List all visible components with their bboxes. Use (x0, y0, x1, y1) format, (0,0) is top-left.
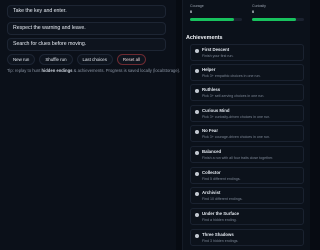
tip-text: Tip: replay to hunt hidden endings & ach… (7, 68, 181, 73)
reset-all-button[interactable]: Reset all (116, 54, 147, 65)
achievement-item: Collector Find 5 different endings. (190, 167, 304, 184)
choice-button[interactable]: Search for clues before moving. (7, 38, 166, 51)
achievement-name: Curious Mind (202, 108, 230, 113)
stat-curiosity: Curiosity 0 (252, 4, 308, 21)
achievement-name: Helper (202, 67, 216, 72)
achievement-item: Ruthless Pick 3+ self-serving choices in… (190, 84, 304, 101)
achievement-status-icon (195, 69, 199, 73)
stat-bar (190, 18, 242, 21)
achievement-item: Helper Pick 3+ empathic choices in one r… (190, 64, 304, 81)
achievement-status-icon (195, 172, 199, 176)
stat-label: Curiosity (252, 4, 266, 8)
achievement-status-icon (195, 130, 199, 134)
achievement-name: Ruthless (202, 87, 221, 92)
controls-row: New run Shuffle run Last choices Reset a… (7, 54, 147, 65)
shuffle-run-button[interactable]: Shuffle run (39, 54, 73, 65)
stat-bar (252, 18, 304, 21)
achievement-name: Collector (202, 170, 221, 175)
last-choices-button[interactable]: Last choices (76, 54, 113, 65)
stat-bar-fill (190, 18, 235, 21)
achievement-status-icon (195, 192, 199, 196)
progress-sidebar: Courage 0 Curiosity 0 Achievements First… (182, 0, 310, 250)
achievement-item: Three Shadows Find 3 hidden endings. (190, 229, 304, 246)
stat-value: 0 (190, 10, 193, 14)
achievement-name: First Descent (202, 47, 230, 52)
achievement-desc: Pick 3+ courage-driven choices in one ru… (202, 135, 271, 139)
choice-button[interactable]: Respect the warning and leave. (7, 22, 166, 35)
achievement-desc: Pick 3+ self-serving choices in one run. (202, 94, 265, 98)
achievement-desc: Find 3 hidden endings. (202, 239, 239, 243)
achievement-desc: Find a hidden ending. (202, 218, 237, 222)
tip-emphasis: hidden endings (41, 68, 73, 73)
achievement-status-icon (195, 234, 199, 238)
choice-button[interactable]: Take the key and enter. (7, 5, 166, 18)
achievement-name: Balanced (202, 149, 222, 154)
stat-bar-fill (252, 18, 297, 21)
story-panel: Take the key and enter. Respect the warn… (0, 0, 181, 250)
achievement-name: Three Shadows (202, 232, 234, 237)
achievement-status-icon (195, 89, 199, 93)
achievement-desc: Find 10 different endings. (202, 197, 243, 201)
achievement-status-icon (195, 151, 199, 155)
achievement-item: Under the Surface Find a hidden ending. (190, 208, 304, 225)
achievement-status-icon (195, 213, 199, 217)
achievement-item: Curious Mind Pick 3+ curiosity-driven ch… (190, 105, 304, 122)
stat-label: Courage (190, 4, 204, 8)
achievement-item: No Fear Pick 3+ courage-driven choices i… (190, 125, 304, 142)
stat-courage: Courage 0 (190, 4, 246, 21)
achievements-heading: Achievements (186, 35, 223, 41)
achievement-name: No Fear (202, 128, 218, 133)
achievement-status-icon (195, 49, 199, 53)
achievement-desc: Finish your first run. (202, 54, 234, 58)
achievement-desc: Finish a run with all four traits close … (202, 156, 274, 160)
achievement-item: Archivist Find 10 different endings. (190, 187, 304, 204)
achievement-name: Under the Surface (202, 211, 240, 216)
achievement-status-icon (195, 110, 199, 114)
achievement-desc: Pick 3+ curiosity-driven choices in one … (202, 115, 271, 119)
stat-value: 0 (252, 10, 255, 14)
achievement-item: First Descent Finish your first run. (190, 44, 304, 61)
achievement-item: Balanced Finish a run with all four trai… (190, 146, 304, 163)
new-run-button[interactable]: New run (7, 54, 36, 65)
achievement-name: Archivist (202, 190, 221, 195)
achievement-desc: Pick 3+ empathic choices in one run. (202, 74, 261, 78)
achievement-desc: Find 5 different endings. (202, 177, 241, 181)
